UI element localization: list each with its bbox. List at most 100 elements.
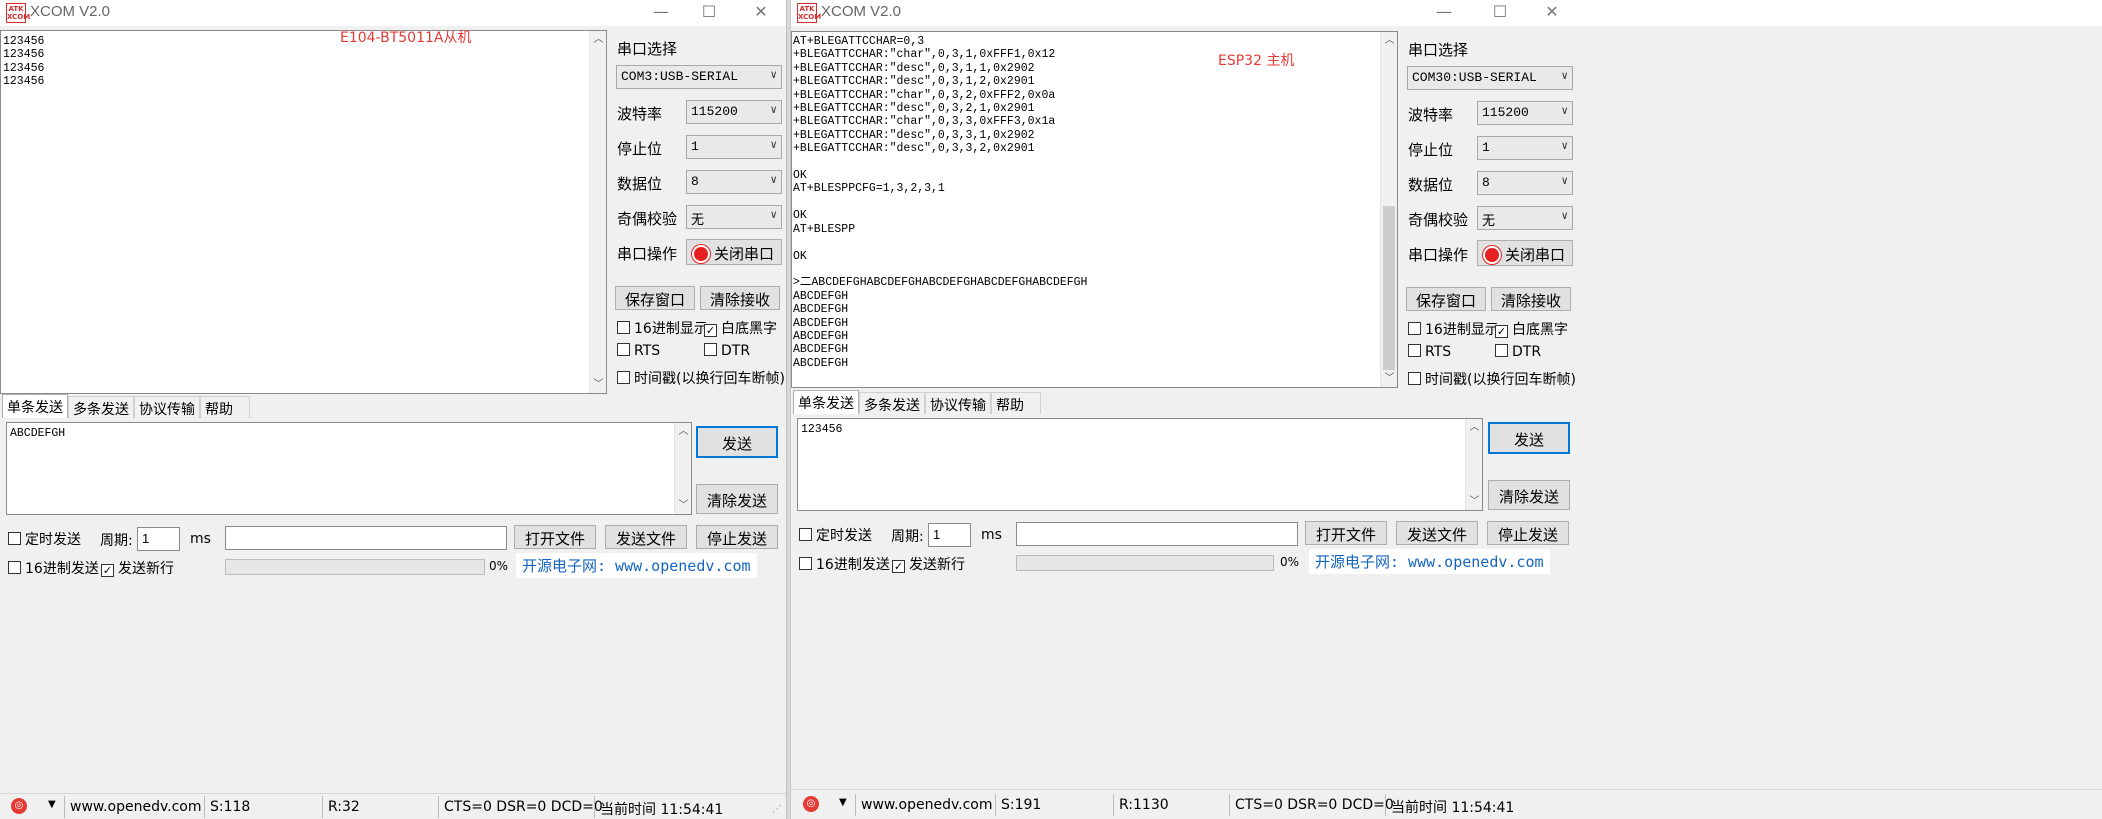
- send-input[interactable]: ABCDEFGH ︿ ﹀: [6, 422, 692, 515]
- data-bits-select[interactable]: 8 ∨: [686, 170, 782, 194]
- scroll-up-arrow-icon[interactable]: ︿: [675, 423, 692, 440]
- open-file-button[interactable]: 打开文件: [514, 525, 596, 549]
- port-op-label: 串口操作: [617, 245, 678, 263]
- parity-select[interactable]: 无 ∨: [1477, 206, 1573, 230]
- send-button[interactable]: 发送: [696, 426, 778, 458]
- stop-bits-value: 1: [1482, 140, 1490, 155]
- dtr-checkbox[interactable]: DTR: [1495, 344, 1541, 360]
- hex-send-checkbox[interactable]: 16进制发送: [799, 554, 890, 574]
- parity-select[interactable]: 无 ∨: [686, 205, 782, 229]
- save-window-button[interactable]: 保存窗口: [1406, 287, 1486, 311]
- tab-protocol[interactable]: 协议传输: [134, 396, 200, 418]
- stop-bits-label: 停止位: [617, 140, 663, 158]
- scroll-down-arrow-icon[interactable]: ﹀: [1466, 493, 1483, 510]
- close-port-button[interactable]: 关闭串口: [1477, 240, 1573, 266]
- stop-bits-select[interactable]: 1 ∨: [1477, 136, 1573, 160]
- site-link[interactable]: 开源电子网: www.openedv.com: [516, 553, 757, 578]
- open-file-button[interactable]: 打开文件: [1305, 521, 1387, 545]
- data-bits-select[interactable]: 8 ∨: [1477, 171, 1573, 195]
- baud-select[interactable]: 115200 ∨: [686, 100, 782, 124]
- port-select[interactable]: COM3:USB-SERIAL ∨: [616, 65, 782, 89]
- title-bar[interactable]: ATK XCOM XCOM V2.0 — ☐ ✕: [791, 0, 2102, 26]
- maximize-button[interactable]: ☐: [1485, 2, 1515, 24]
- white-bg-checkbox[interactable]: ✓ 白底黑字: [704, 318, 777, 338]
- port-select[interactable]: COM30:USB-SERIAL ∨: [1407, 66, 1573, 90]
- dtr-checkbox[interactable]: DTR: [704, 343, 750, 359]
- title-bar[interactable]: ATK XCOM XCOM V2.0 — ☐ ✕: [0, 0, 788, 26]
- tab-help[interactable]: 帮助: [200, 396, 250, 418]
- send-button[interactable]: 发送: [1488, 422, 1570, 454]
- close-port-button[interactable]: 关闭串口: [686, 239, 782, 265]
- clear-send-button[interactable]: 清除发送: [696, 484, 778, 514]
- hex-send-checkbox[interactable]: 16进制发送: [8, 558, 99, 578]
- send-newline-checkbox[interactable]: ✓ 发送新行: [892, 554, 965, 574]
- app-status-icon[interactable]: ◎: [803, 796, 819, 812]
- close-button[interactable]: ✕: [1537, 2, 1567, 24]
- stop-send-button[interactable]: 停止发送: [1487, 521, 1569, 545]
- scroll-up-arrow-icon[interactable]: ︿: [590, 31, 606, 48]
- scroll-down-arrow-icon[interactable]: ﹀: [590, 376, 606, 393]
- file-path-input[interactable]: [225, 526, 507, 550]
- site-link[interactable]: 开源电子网: www.openedv.com: [1309, 549, 1550, 574]
- scroll-down-arrow-icon[interactable]: ﹀: [1381, 370, 1397, 387]
- tab-protocol[interactable]: 协议传输: [925, 392, 991, 414]
- clear-receive-button[interactable]: 清除接收: [1491, 287, 1571, 311]
- file-path-input[interactable]: [1016, 522, 1298, 546]
- receive-area[interactable]: AT+BLEGATTCCHAR=0,3 +BLEGATTCCHAR:"char"…: [791, 31, 1398, 388]
- scroll-up-arrow-icon[interactable]: ︿: [1466, 419, 1483, 436]
- baud-select-value: 115200: [691, 104, 738, 119]
- status-time: 当前时间 11:54:41: [600, 802, 724, 818]
- status-separator: [1113, 794, 1114, 816]
- scrollbar-thumb[interactable]: [1383, 206, 1395, 370]
- receive-scrollbar[interactable]: ︿ ﹀: [1380, 32, 1397, 387]
- tab-single-send[interactable]: 单条发送: [2, 394, 68, 418]
- hex-display-checkbox[interactable]: 16进制显示: [617, 318, 708, 338]
- send-input[interactable]: 123456 ︿ ﹀: [797, 418, 1483, 511]
- resize-grip-icon[interactable]: ⋰: [772, 804, 782, 815]
- timestamp-checkbox[interactable]: 时间戳(以换行回车断帧): [1408, 369, 1576, 389]
- stop-send-button[interactable]: 停止发送: [696, 525, 778, 549]
- receive-area[interactable]: 123456 123456 123456 123456 ︿ ﹀: [0, 30, 607, 394]
- clear-send-button[interactable]: 清除发送: [1488, 480, 1570, 510]
- chevron-down-icon: ∨: [770, 140, 777, 152]
- tab-multi-send[interactable]: 多条发送: [68, 396, 134, 418]
- timestamp-checkbox[interactable]: 时间戳(以换行回车断帧): [617, 368, 785, 388]
- rts-checkbox[interactable]: RTS: [1408, 344, 1451, 360]
- dropdown-arrow-icon[interactable]: ▼: [48, 799, 56, 810]
- minimize-button[interactable]: —: [1429, 2, 1459, 24]
- minimize-button[interactable]: —: [646, 2, 676, 24]
- timed-send-checkbox[interactable]: 定时发送: [799, 525, 872, 545]
- save-window-button[interactable]: 保存窗口: [615, 286, 695, 310]
- scroll-up-arrow-icon[interactable]: ︿: [1381, 32, 1397, 49]
- progress-percent: 0%: [489, 559, 509, 573]
- dropdown-arrow-icon[interactable]: ▼: [839, 797, 847, 808]
- send-file-button[interactable]: 发送文件: [605, 525, 687, 549]
- send-file-button[interactable]: 发送文件: [1396, 521, 1478, 545]
- close-button[interactable]: ✕: [746, 2, 776, 24]
- timed-send-checkbox[interactable]: 定时发送: [8, 529, 81, 549]
- stop-bits-select[interactable]: 1 ∨: [686, 135, 782, 159]
- rts-checkbox[interactable]: RTS: [617, 343, 660, 359]
- rts-label: RTS: [1425, 344, 1452, 360]
- send-newline-checkbox[interactable]: ✓ 发送新行: [101, 558, 174, 578]
- period-input[interactable]: 1: [928, 523, 971, 547]
- app-status-icon[interactable]: ◎: [11, 798, 27, 814]
- send-scrollbar[interactable]: ︿ ﹀: [1465, 419, 1482, 510]
- send-scrollbar[interactable]: ︿ ﹀: [674, 423, 691, 514]
- tab-help[interactable]: 帮助: [991, 392, 1041, 414]
- white-bg-checkbox[interactable]: ✓ 白底黑字: [1495, 319, 1568, 339]
- receive-scrollbar[interactable]: ︿ ﹀: [589, 31, 606, 393]
- maximize-button[interactable]: ☐: [694, 2, 724, 24]
- baud-select[interactable]: 115200 ∨: [1477, 101, 1573, 125]
- scroll-down-arrow-icon[interactable]: ﹀: [675, 497, 692, 514]
- hex-display-checkbox[interactable]: 16进制显示: [1408, 319, 1499, 339]
- tab-multi-send[interactable]: 多条发送: [859, 392, 925, 414]
- status-url[interactable]: www.openedv.com: [70, 799, 202, 815]
- data-bits-label: 数据位: [1408, 176, 1454, 194]
- tab-single-send[interactable]: 单条发送: [793, 390, 859, 414]
- clear-receive-button[interactable]: 清除接收: [700, 286, 780, 310]
- status-url[interactable]: www.openedv.com: [861, 797, 993, 813]
- status-recv-count: R:32: [328, 799, 360, 815]
- port-select-label: 串口选择: [617, 40, 678, 58]
- period-input[interactable]: 1: [137, 527, 180, 551]
